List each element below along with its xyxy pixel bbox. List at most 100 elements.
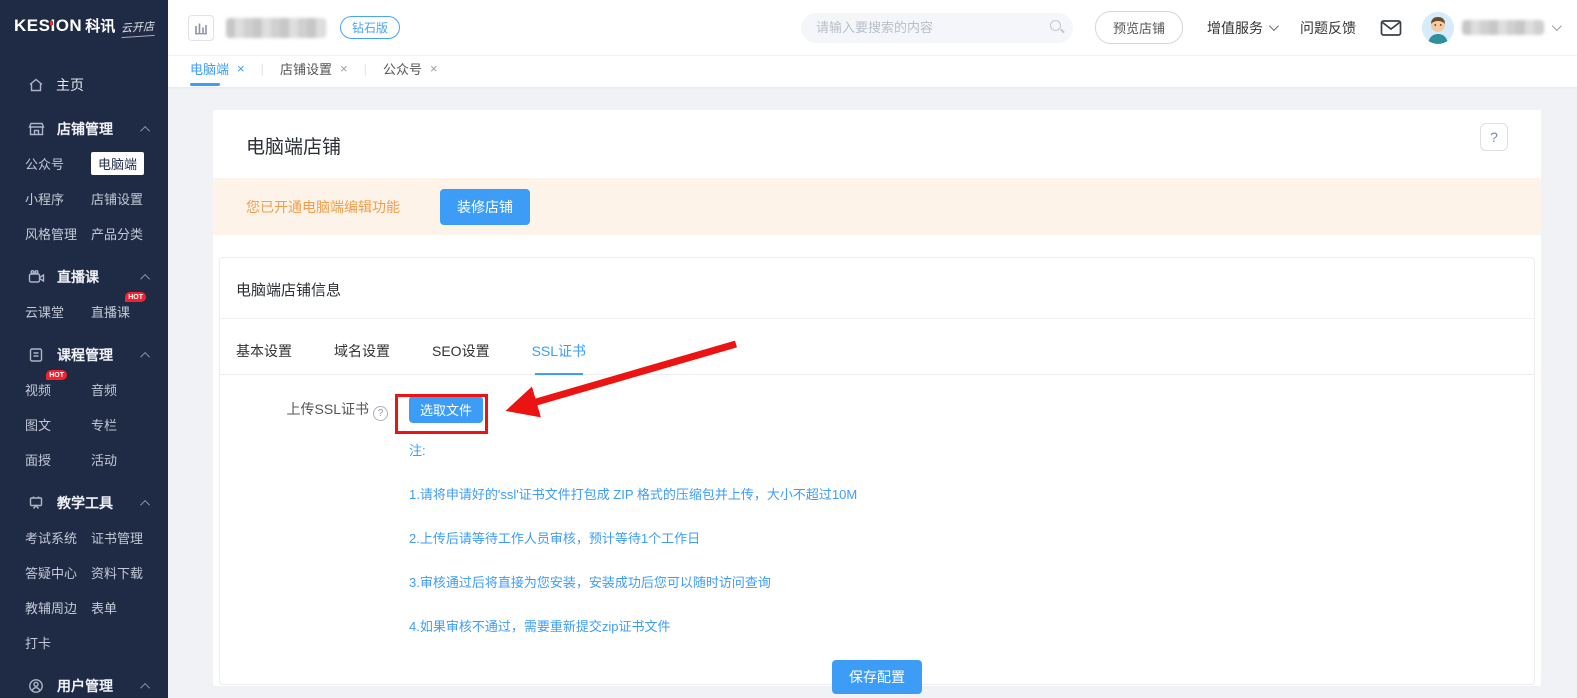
chevron-up-icon[interactable] <box>140 499 150 509</box>
hot-badge: HOT <box>125 292 146 302</box>
tab-separator: | <box>364 61 367 82</box>
pc-shop-panel: 电脑端店铺 ? 您已开通电脑端编辑功能 装修店铺 电脑端店铺信息 基本设置 域名… <box>213 110 1541 686</box>
sidebar-section-items: 视频HOT 音频 图文 专栏 面授 活动 <box>25 380 168 469</box>
note-item: 3.审核通过后将直接为您安装，安装成功后您可以随时访问查询 <box>409 572 1534 591</box>
sidebar-item[interactable]: 资料下载 <box>91 563 143 582</box>
tab-shop-settings[interactable]: 店铺设置× <box>276 59 352 84</box>
sidebar-section-title: 用户管理 <box>57 676 113 696</box>
close-icon[interactable]: × <box>430 61 438 76</box>
sidebar-item[interactable]: 面授 <box>25 450 51 469</box>
value-added-services-menu[interactable]: 增值服务 <box>1207 18 1276 38</box>
sidebar-section-course: 课程管理 视频HOT 音频 图文 专栏 面授 活动 <box>0 345 168 469</box>
sidebar-item[interactable]: 打卡 <box>25 633 51 652</box>
teaching-tools-icon <box>28 495 45 511</box>
save-config-button[interactable]: 保存配置 <box>832 660 922 694</box>
sidebar-item[interactable]: 考试系统 <box>25 528 77 547</box>
mail-icon[interactable] <box>1380 19 1402 37</box>
tab-seo-settings[interactable]: SEO设置 <box>432 341 490 374</box>
sidebar-item[interactable]: 风格管理 <box>25 224 77 243</box>
top-header: 钻石版 预览店铺 增值服务 问题反馈 <box>168 0 1577 55</box>
close-icon[interactable]: × <box>237 61 245 76</box>
chevron-down-icon <box>1269 21 1279 31</box>
sidebar-item[interactable]: 公众号 <box>25 154 64 173</box>
sidebar-section-title: 课程管理 <box>57 345 113 365</box>
search-icon[interactable] <box>1050 20 1061 31</box>
tab-ssl-certificate[interactable]: SSL证书 <box>532 341 586 374</box>
hot-badge: HOT <box>46 370 67 380</box>
sidebar-item[interactable]: 表单 <box>91 598 117 617</box>
notice-text: 您已开通电脑端编辑功能 <box>246 197 400 217</box>
sidebar-section-course-header[interactable]: 课程管理 <box>0 345 168 365</box>
home-icon <box>28 77 44 93</box>
select-file-button[interactable]: 选取文件 <box>409 396 483 423</box>
sidebar-item[interactable]: 产品分类 <box>91 224 143 243</box>
app-logo[interactable]: KESION 科讯 云开店 <box>0 0 168 49</box>
sidebar-section-shop: 店铺管理 公众号 电脑端 小程序 店铺设置 风格管理 产品分类 <box>0 119 168 243</box>
user-name-redacted <box>1462 20 1544 35</box>
header-search <box>801 13 1073 43</box>
help-circle-icon[interactable]: ? <box>373 406 388 421</box>
chevron-up-icon[interactable] <box>140 351 150 361</box>
search-input[interactable] <box>801 13 1073 43</box>
shop-stats-icon[interactable] <box>188 15 214 41</box>
sidebar-item[interactable]: 活动 <box>91 450 117 469</box>
close-icon[interactable]: × <box>340 61 348 76</box>
sidebar-item[interactable]: 教辅周边 <box>25 598 77 617</box>
card-title: 电脑端店铺信息 <box>220 258 1534 319</box>
chevron-up-icon[interactable] <box>140 682 150 692</box>
sidebar-section-users-header[interactable]: 用户管理 <box>0 676 168 696</box>
notice-bar: 您已开通电脑端编辑功能 装修店铺 <box>213 178 1541 235</box>
sidebar-item-active[interactable]: 电脑端 <box>91 152 144 175</box>
sidebar-item[interactable]: 视频HOT <box>25 380 51 399</box>
content-area: 电脑端店铺 ? 您已开通电脑端编辑功能 装修店铺 电脑端店铺信息 基本设置 域名… <box>168 87 1577 698</box>
sidebar-item[interactable]: 直播课HOT <box>91 302 130 321</box>
note-item: 4.如果审核不通过，需要重新提交zip证书文件 <box>409 616 1534 635</box>
chevron-down-icon[interactable] <box>1552 21 1562 31</box>
chevron-up-icon[interactable] <box>140 125 150 135</box>
shop-info-card: 电脑端店铺信息 基本设置 域名设置 SEO设置 SSL证书 上传SSL证书? 选… <box>219 257 1535 685</box>
settings-tabs: 基本设置 域名设置 SEO设置 SSL证书 <box>220 319 1534 375</box>
user-avatar[interactable] <box>1422 12 1454 44</box>
sidebar-item[interactable]: 云课堂 <box>25 302 64 321</box>
sidebar-item[interactable]: 专栏 <box>91 415 117 434</box>
sidebar-section-items: 云课堂 直播课HOT <box>25 302 168 321</box>
ssl-notes: 注: 1.请将申请好的'ssl'证书文件打包成 ZIP 格式的压缩包并上传，大小… <box>409 440 1534 635</box>
tab-domain-settings[interactable]: 域名设置 <box>334 341 390 374</box>
page-title: 电脑端店铺 <box>246 132 1541 159</box>
sidebar-section-shop-header[interactable]: 店铺管理 <box>0 119 168 139</box>
preview-shop-button[interactable]: 预览店铺 <box>1095 11 1183 44</box>
decorate-shop-button[interactable]: 装修店铺 <box>440 189 530 225</box>
header-actions: 预览店铺 增值服务 问题反馈 <box>801 11 1559 44</box>
note-item: 1.请将申请好的'ssl'证书文件打包成 ZIP 格式的压缩包并上传，大小不超过… <box>409 484 1534 503</box>
sidebar-section-users: 用户管理 学员管理 讲师管理 分组管理 <box>0 676 168 698</box>
sidebar-section-live-header[interactable]: 直播课 <box>0 267 168 287</box>
help-button[interactable]: ? <box>1480 123 1508 151</box>
sidebar-section-tools: 教学工具 考试系统 证书管理 答疑中心 资料下载 教辅周边 表单 打卡 <box>0 493 168 652</box>
sidebar-item[interactable]: 店铺设置 <box>91 189 143 208</box>
open-tabs-bar: 电脑端× | 店铺设置× | 公众号× <box>168 55 1577 87</box>
tab-basic-settings[interactable]: 基本设置 <box>236 341 292 374</box>
course-doc-icon <box>28 347 45 363</box>
sidebar-item[interactable]: 音频 <box>91 380 117 399</box>
sidebar-item-label: 主页 <box>56 75 84 95</box>
sidebar-section-items: 考试系统 证书管理 答疑中心 资料下载 教辅周边 表单 打卡 <box>25 528 168 652</box>
sidebar-item[interactable]: 图文 <box>25 415 51 434</box>
tab-pc[interactable]: 电脑端× <box>186 59 249 84</box>
tab-official-account[interactable]: 公众号× <box>379 59 442 84</box>
tab-separator: | <box>261 61 264 82</box>
sidebar-item[interactable]: 小程序 <box>25 189 64 208</box>
user-icon <box>28 678 45 694</box>
live-camera-icon <box>28 269 45 285</box>
notes-title: 注: <box>409 440 1534 459</box>
ssl-upload-label: 上传SSL证书? <box>220 399 388 421</box>
sidebar-item[interactable]: 证书管理 <box>91 528 143 547</box>
version-badge[interactable]: 钻石版 <box>340 16 400 39</box>
sidebar-item-home[interactable]: 主页 <box>0 49 168 95</box>
feedback-link[interactable]: 问题反馈 <box>1300 18 1356 38</box>
sidebar-item[interactable]: 答疑中心 <box>25 563 77 582</box>
sidebar-section-tools-header[interactable]: 教学工具 <box>0 493 168 513</box>
logo-slogan: 云开店 <box>121 18 155 38</box>
logo-accent: I <box>50 16 55 35</box>
sidebar-section-items: 公众号 电脑端 小程序 店铺设置 风格管理 产品分类 <box>25 154 168 243</box>
chevron-up-icon[interactable] <box>140 273 150 283</box>
